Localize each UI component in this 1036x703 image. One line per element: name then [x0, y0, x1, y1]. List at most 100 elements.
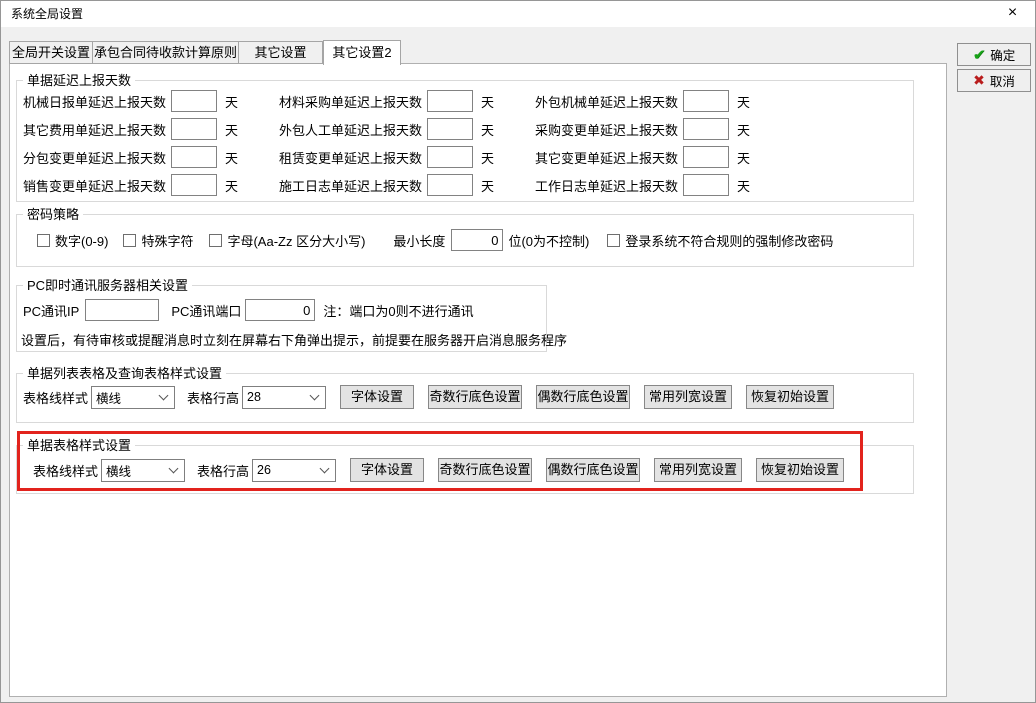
unit-label: 天 [737, 176, 750, 195]
checkbox-force-password-change[interactable] [607, 234, 620, 247]
delay-days-input[interactable] [427, 118, 473, 140]
delay-field: 分包变更单延迟上报天数天 [23, 146, 279, 168]
doc-row-height-value: 26 [253, 463, 321, 477]
list-column-width-button[interactable]: 常用列宽设置 [644, 385, 732, 409]
delay-days-input[interactable] [683, 174, 729, 196]
pc-port-input[interactable] [245, 299, 315, 321]
checkbox-letters[interactable] [209, 234, 222, 247]
group-delay-report-days: 单据延迟上报天数 机械日报单延迟上报天数天 材料采购单延迟上报天数天 外包机械单… [16, 80, 914, 202]
delay-field: 销售变更单延迟上报天数天 [23, 174, 279, 196]
delay-field: 机械日报单延迟上报天数天 [23, 90, 279, 112]
list-font-settings-button[interactable]: 字体设置 [340, 385, 414, 409]
doc-reset-defaults-button[interactable]: 恢复初始设置 [756, 458, 844, 482]
password-policy-row: 数字(0-9) 特殊字符 字母(Aa-Zz 区分大小写) 最小长度 位(0为不控… [37, 230, 833, 250]
doc-even-row-color-button[interactable]: 偶数行底色设置 [546, 458, 640, 482]
chevron-down-icon [310, 391, 320, 401]
list-row-height-value: 28 [243, 390, 311, 404]
delay-days-input[interactable] [427, 146, 473, 168]
row-height-label: 表格行高 [197, 461, 249, 480]
delay-days-input[interactable] [171, 90, 217, 112]
delay-field-label: 其它费用单延迟上报天数 [23, 120, 171, 139]
pc-port-note: 注：端口为0则不进行通讯 [323, 301, 473, 320]
doc-odd-row-color-button[interactable]: 奇数行底色设置 [438, 458, 532, 482]
tab-contract-receivable-rules[interactable]: 承包合同待收款计算原则 [93, 41, 239, 64]
delay-days-input[interactable] [171, 174, 217, 196]
delay-days-input[interactable] [683, 90, 729, 112]
group-doc-table-title: 单据表格样式设置 [23, 438, 135, 453]
tabstrip: 全局开关设置 承包合同待收款计算原则 其它设置 其它设置2 [9, 39, 401, 64]
delay-field-label: 采购变更单延迟上报天数 [535, 120, 683, 139]
delay-field-label: 材料采购单延迟上报天数 [279, 92, 427, 111]
checkbox-special-chars[interactable] [123, 234, 136, 247]
unit-label: 天 [225, 176, 238, 195]
chevron-down-icon [320, 464, 330, 474]
group-password-title: 密码策略 [23, 207, 83, 222]
group-password-policy: 密码策略 数字(0-9) 特殊字符 字母(Aa-Zz 区分大小写) 最小长度 位… [16, 214, 914, 267]
tab-global-switch-settings[interactable]: 全局开关设置 [9, 41, 93, 64]
delay-days-input[interactable] [427, 90, 473, 112]
settings-dialog: 系统全局设置 × 全局开关设置 承包合同待收款计算原则 其它设置 其它设置2 ✔… [0, 0, 1036, 703]
min-length-input[interactable] [451, 229, 503, 251]
group-delay-title: 单据延迟上报天数 [23, 73, 135, 88]
unit-label: 天 [225, 92, 238, 111]
pc-description: 设置后，有待审核或提醒消息时立刻在屏幕右下角弹出提示，前提要在服务器开启消息服务… [21, 330, 567, 349]
delay-field-label: 工作日志单延迟上报天数 [535, 176, 683, 195]
delay-field-label: 外包机械单延迟上报天数 [535, 92, 683, 111]
list-line-style-value: 横线 [92, 388, 160, 407]
list-row-height-select[interactable]: 28 [242, 386, 326, 409]
delay-days-input[interactable] [171, 146, 217, 168]
doc-column-width-button[interactable]: 常用列宽设置 [654, 458, 742, 482]
dialog-title: 系统全局设置 [11, 1, 83, 27]
tab-page-other-settings-2: 单据延迟上报天数 机械日报单延迟上报天数天 材料采购单延迟上报天数天 外包机械单… [9, 63, 947, 697]
delay-field-label: 外包人工单延迟上报天数 [279, 120, 427, 139]
ok-button-label: 确定 [990, 45, 1015, 64]
group-doc-table-style: 单据表格样式设置 表格线样式 横线 表格行高 26 字体设置 奇数行底色设置 偶… [16, 445, 914, 494]
line-style-label: 表格线样式 [23, 388, 88, 407]
list-reset-defaults-button[interactable]: 恢复初始设置 [746, 385, 834, 409]
close-icon: × [1008, 4, 1017, 21]
list-odd-row-color-button[interactable]: 奇数行底色设置 [428, 385, 522, 409]
checkbox-force-password-change-label: 登录系统不符合规则的强制修改密码 [625, 231, 833, 250]
min-length-label: 最小长度 [393, 231, 445, 250]
doc-font-settings-button[interactable]: 字体设置 [350, 458, 424, 482]
delay-days-input[interactable] [683, 146, 729, 168]
row-height-label: 表格行高 [187, 388, 239, 407]
delay-field-label: 分包变更单延迟上报天数 [23, 148, 171, 167]
delay-field-label: 租赁变更单延迟上报天数 [279, 148, 427, 167]
delay-days-input[interactable] [683, 118, 729, 140]
titlebar: 系统全局设置 × [1, 1, 1035, 27]
delay-days-input[interactable] [427, 174, 473, 196]
unit-label: 天 [737, 148, 750, 167]
tab-other-settings[interactable]: 其它设置 [239, 41, 323, 64]
delay-field: 工作日志单延迟上报天数 天 [535, 174, 909, 196]
pc-settings-row: PC通讯IP PC通讯端口 注：端口为0则不进行通讯 [23, 298, 474, 322]
delay-field: 材料采购单延迟上报天数 天 [279, 90, 535, 112]
cancel-button[interactable]: ✖ 取消 [957, 69, 1031, 92]
doc-line-style-value: 横线 [102, 461, 170, 480]
pc-ip-input[interactable] [85, 299, 159, 321]
delay-grid: 机械日报单延迟上报天数天 材料采购单延迟上报天数天 外包机械单延迟上报天数天 其… [23, 90, 909, 196]
list-even-row-color-button[interactable]: 偶数行底色设置 [536, 385, 630, 409]
delay-field-label: 其它变更单延迟上报天数 [535, 148, 683, 167]
delay-days-input[interactable] [171, 118, 217, 140]
chevron-down-icon [159, 391, 169, 401]
ok-button[interactable]: ✔ 确定 [957, 43, 1031, 66]
group-pc-title: PC即时通讯服务器相关设置 [23, 278, 192, 293]
group-list-table-style: 单据列表表格及查询表格样式设置 表格线样式 横线 表格行高 28 字体设置 奇数… [16, 373, 914, 423]
unit-label: 天 [737, 92, 750, 111]
unit-label: 天 [481, 176, 494, 195]
list-line-style-select[interactable]: 横线 [91, 386, 175, 409]
line-style-label: 表格线样式 [33, 461, 98, 480]
checkbox-digits[interactable] [37, 234, 50, 247]
doc-line-style-select[interactable]: 横线 [101, 459, 185, 482]
close-button[interactable]: × [990, 1, 1035, 27]
unit-label: 天 [481, 148, 494, 167]
delay-field: 施工日志单延迟上报天数天 [279, 174, 535, 196]
doc-row-height-select[interactable]: 26 [252, 459, 336, 482]
delay-field: 外包机械单延迟上报天数 天 [535, 90, 909, 112]
tab-other-settings-2[interactable]: 其它设置2 [323, 40, 401, 65]
delay-field: 租赁变更单延迟上报天数 天 [279, 146, 535, 168]
unit-label: 天 [481, 92, 494, 111]
doc-table-style-row: 表格线样式 横线 表格行高 26 字体设置 奇数行底色设置 偶数行底色设置 常用… [33, 458, 844, 482]
group-list-table-title: 单据列表表格及查询表格样式设置 [23, 366, 226, 381]
